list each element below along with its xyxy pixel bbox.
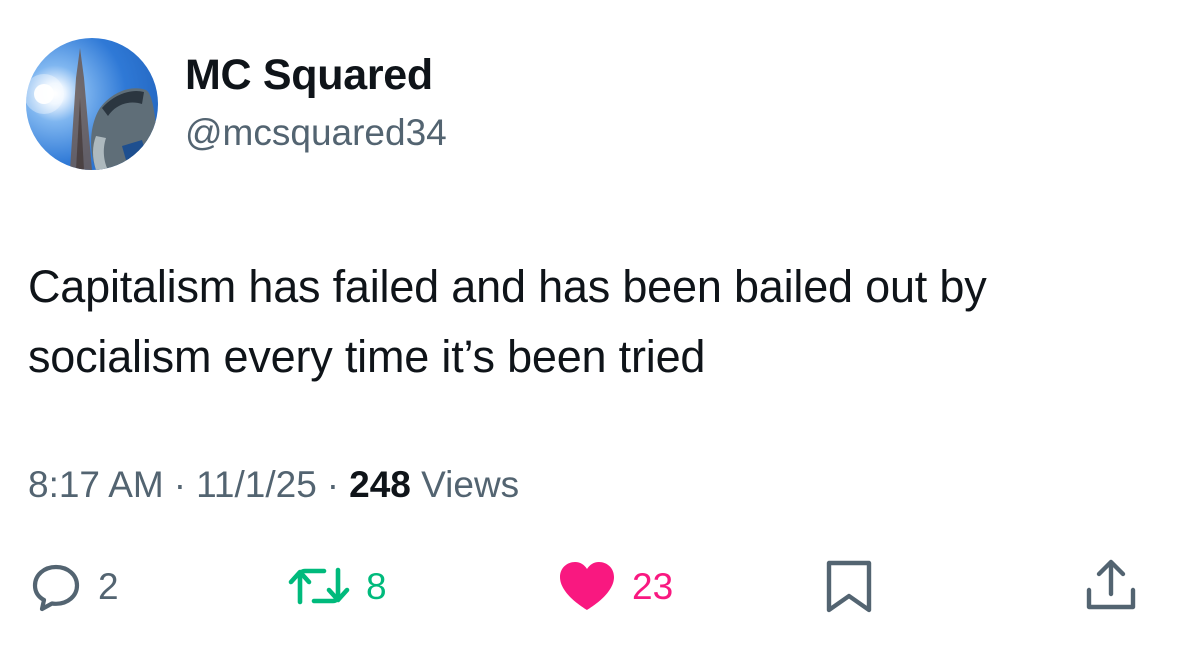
heart-filled-icon [560,562,614,610]
reply-button[interactable]: 2 [28,558,119,614]
share-button[interactable] [1080,558,1142,614]
tweet-card: MC Squared @mcsquared34 Capitalism has f… [0,0,1179,666]
avatar[interactable] [26,38,158,170]
tweet-date[interactable]: 11/1/25 [196,464,317,505]
author-handle[interactable]: @mcsquared34 [185,114,447,151]
meta-separator: · [173,464,187,505]
tweet-meta: 8:17 AM · 11/1/25 · 248 Views [28,466,519,503]
meta-separator: · [326,464,340,505]
avatar-image [26,48,158,170]
like-button[interactable]: 23 [556,558,673,614]
reply-count: 2 [98,565,119,607]
tweet-time[interactable]: 8:17 AM [28,464,164,505]
views-label: Views [421,464,520,505]
like-count: 23 [632,565,674,607]
share-upload-icon [1086,559,1136,610]
reply-bubble-icon [32,564,80,612]
retweet-count: 8 [366,565,387,607]
retweet-button[interactable]: 8 [286,558,387,614]
views-count: 248 [349,464,411,505]
bookmark-icon [826,560,872,613]
retweet-arrows-icon [288,567,350,605]
bookmark-button[interactable] [822,558,876,614]
tweet-text: Capitalism has failed and has been baile… [28,261,987,382]
author-display-name[interactable]: MC Squared [185,54,433,97]
